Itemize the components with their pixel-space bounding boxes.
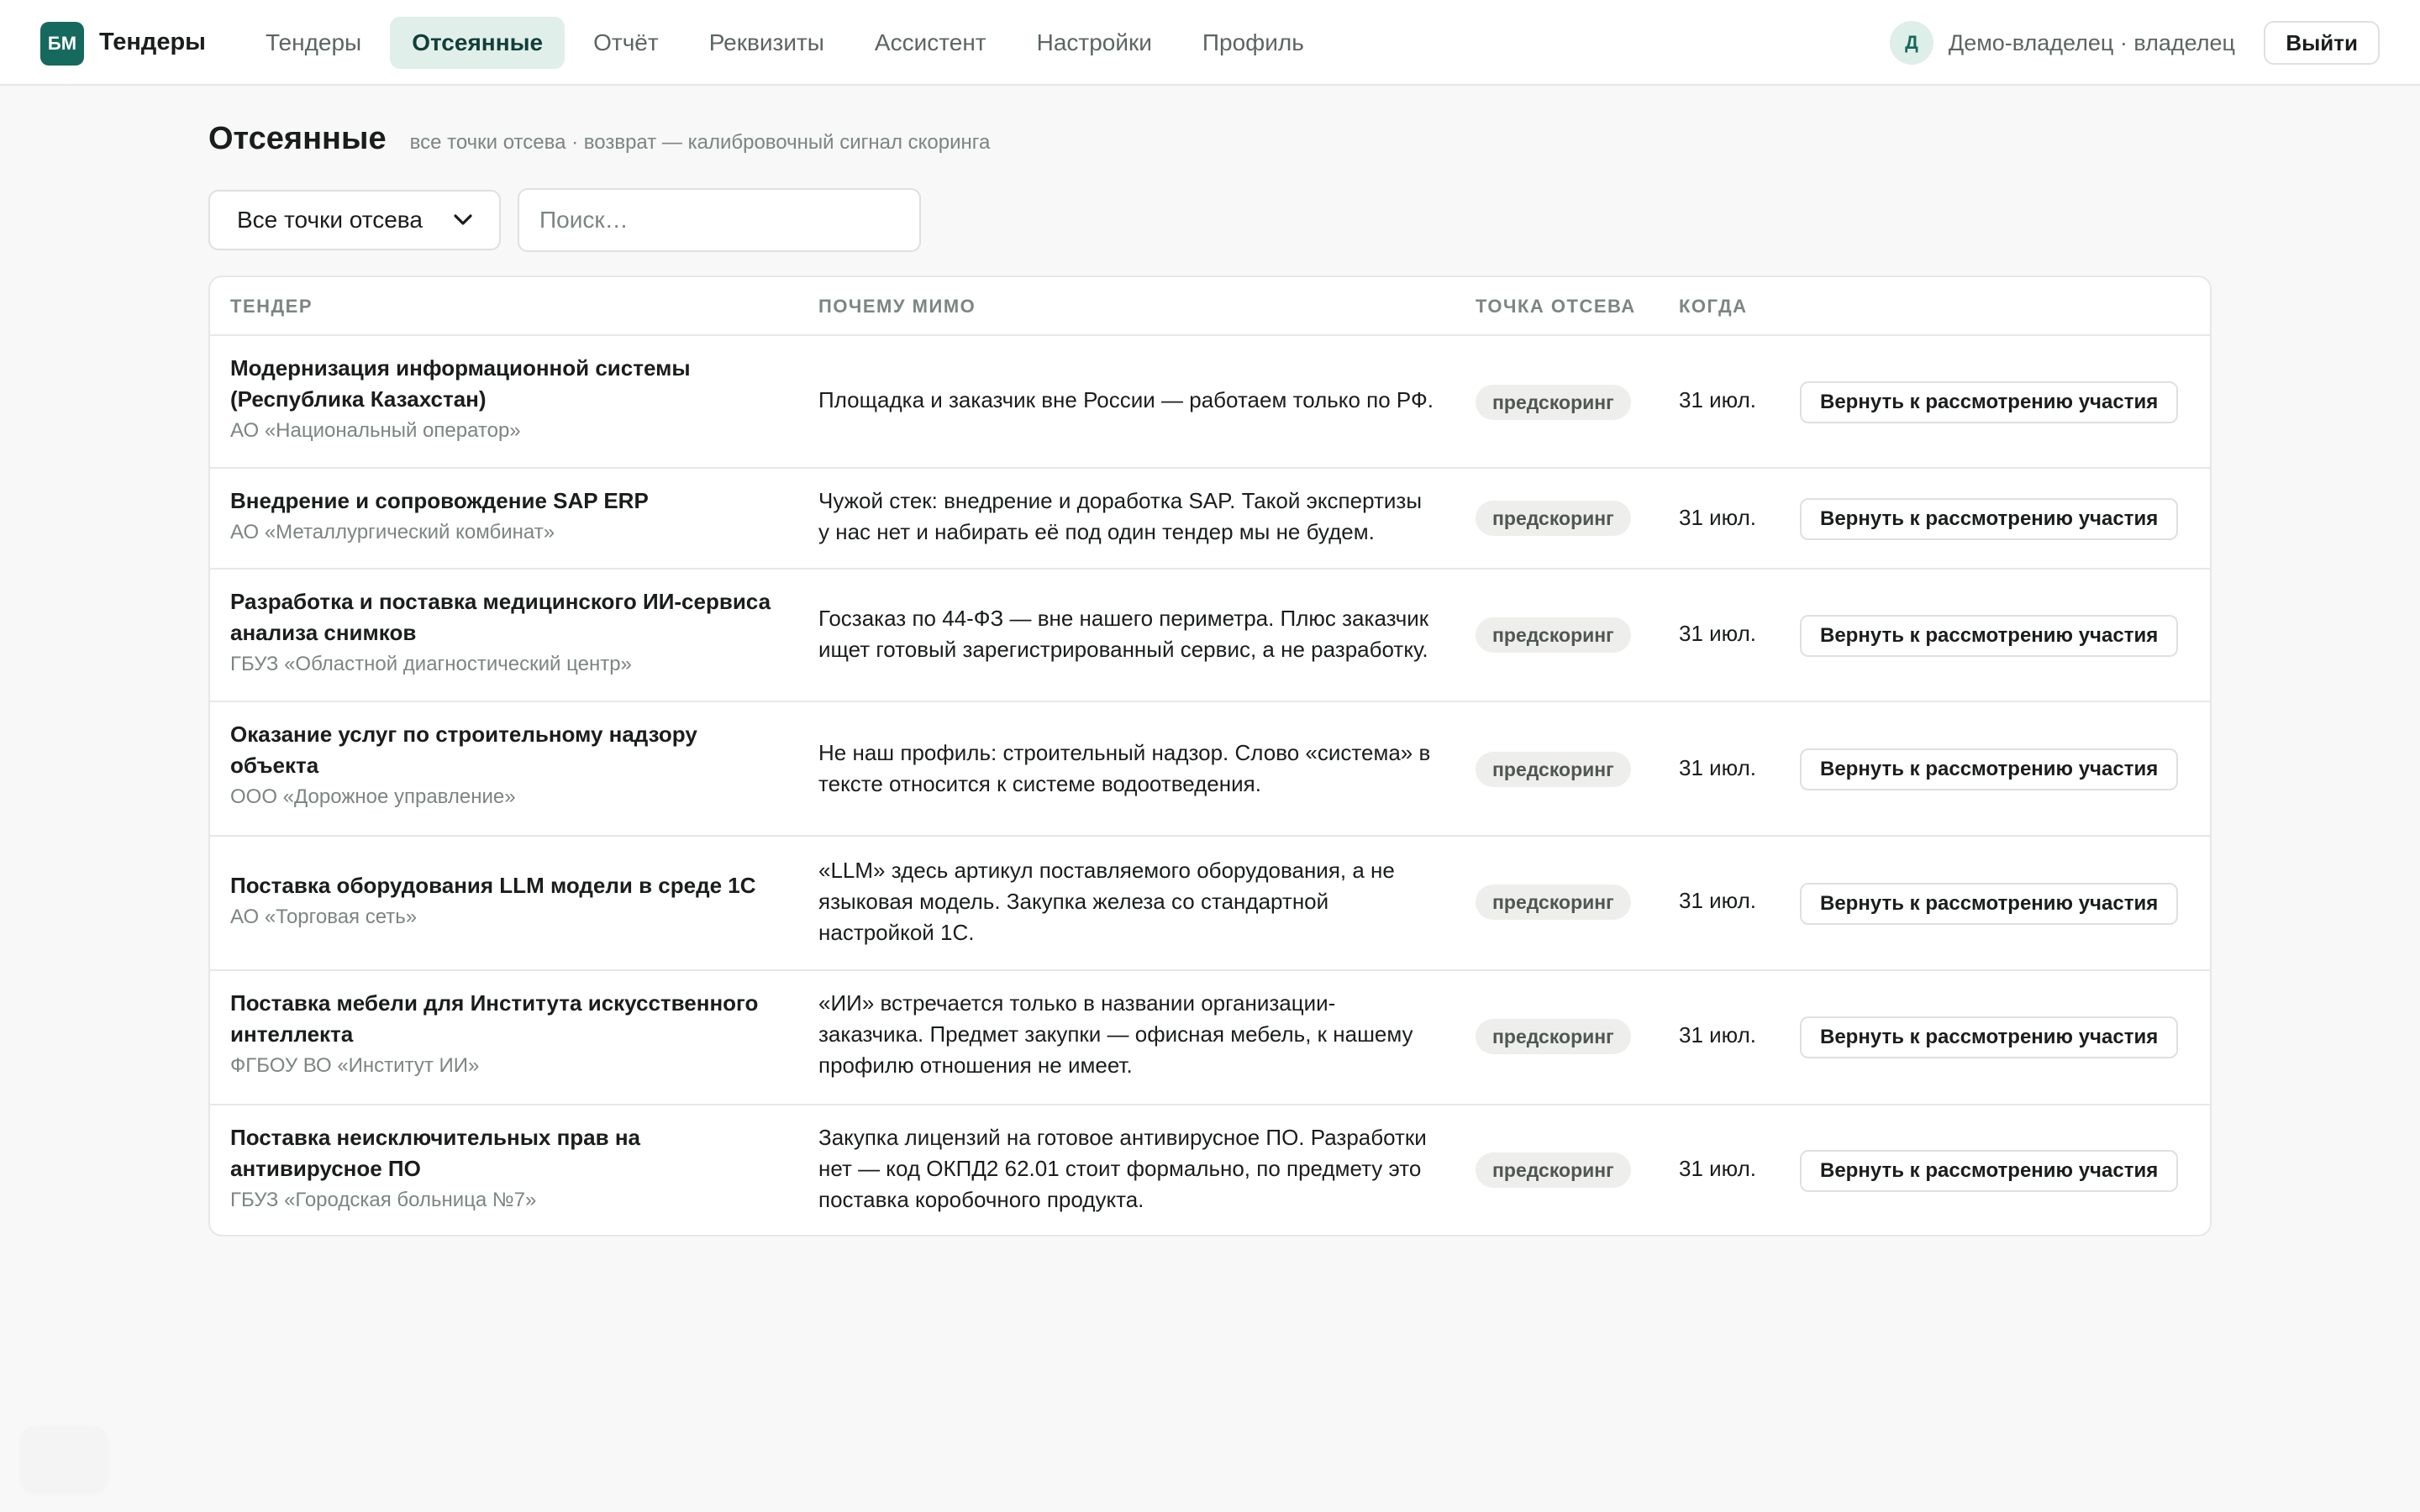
table-row: Поставка мебели для Института искусствен… — [210, 971, 2210, 1105]
tender-org: АО «Торговая сеть» — [230, 906, 418, 928]
corner-widget[interactable] — [22, 1426, 106, 1490]
tender-cell: Оказание услуг по строительному надзору о… — [230, 719, 785, 812]
date-cell: 31 июл. — [1679, 1022, 1756, 1047]
col-header-reason: ПОЧЕМУ МИМО — [818, 296, 976, 317]
return-button[interactable]: Вернуть к рассмотрению участия — [1800, 748, 2179, 790]
tender-title[interactable]: Оказание услуг по строительному надзору о… — [230, 719, 785, 781]
tender-cell: Поставка оборудования LLM модели в среде… — [230, 870, 785, 932]
table-header: ТЕНДЕР ПОЧЕМУ МИМО ТОЧКА ОТСЕВА КОГДА — [210, 277, 2210, 336]
date-cell: 31 июл. — [1679, 387, 1756, 412]
tender-org: ГБУЗ «Городская больница №7» — [230, 1189, 537, 1211]
stage-badge: предскоринг — [1476, 1152, 1631, 1188]
top-bar: БМ Тендеры Тендеры Отсеянные Отчёт Рекви… — [0, 0, 2420, 86]
col-header-when: КОГДА — [1679, 296, 1748, 317]
table-row: Поставка оборудования LLM модели в среде… — [210, 837, 2210, 971]
table-row: Модернизация информационной системы (Респ… — [210, 336, 2210, 469]
return-button[interactable]: Вернуть к рассмотрению участия — [1800, 1150, 2179, 1192]
table-row: Разработка и поставка медицинского ИИ-се… — [210, 570, 2210, 702]
app-logo[interactable]: БМ — [40, 22, 84, 66]
nav-item-profile[interactable]: Профиль — [1181, 17, 1326, 69]
chevron-down-icon — [454, 214, 472, 225]
table-row: Оказание услуг по строительному надзору о… — [210, 702, 2210, 837]
nav-item-tenders[interactable]: Тендеры — [244, 17, 383, 69]
tender-cell: Поставка мебели для Института искусствен… — [230, 988, 785, 1081]
user-info: Д Демо-владелец · владелец — [1889, 20, 2235, 66]
nav-item-rejected[interactable]: Отсеянные — [390, 17, 566, 69]
return-button[interactable]: Вернуть к рассмотрению участия — [1800, 1016, 2179, 1058]
rejected-table: ТЕНДЕР ПОЧЕМУ МИМО ТОЧКА ОТСЕВА КОГДА Мо… — [208, 276, 2212, 1236]
tender-title[interactable]: Поставка мебели для Института искусствен… — [230, 988, 785, 1050]
tender-org: АО «Металлургический комбинат» — [230, 521, 555, 543]
col-header-stage: ТОЧКА ОТСЕВА — [1476, 296, 1636, 317]
tender-cell: Поставка неисключительных прав на антивир… — [230, 1122, 785, 1215]
logout-button[interactable]: Выйти — [2264, 21, 2380, 65]
tender-org: ФГБОУ ВО «Институт ИИ» — [230, 1054, 480, 1077]
col-header-tender: ТЕНДЕР — [230, 296, 313, 317]
main-nav: Тендеры Отсеянные Отчёт Реквизиты Ассист… — [244, 17, 1326, 69]
app-title[interactable]: Тендеры — [99, 25, 206, 59]
reason-cell: Закупка лицензий на готовое антивирусное… — [818, 1125, 1427, 1212]
reason-cell: Чужой стек: внедрение и доработка SAP. Т… — [818, 488, 1423, 544]
return-button[interactable]: Вернуть к рассмотрению участия — [1800, 498, 2179, 540]
return-button[interactable]: Вернуть к рассмотрению участия — [1800, 381, 2179, 423]
tender-org: АО «Национальный оператор» — [230, 419, 521, 442]
stage-filter-value: Все точки отсева — [237, 207, 423, 233]
nav-item-settings[interactable]: Настройки — [1015, 17, 1174, 69]
page-title: Отсеянные — [208, 121, 387, 156]
reason-cell: Не наш профиль: строительный надзор. Сло… — [818, 740, 1431, 796]
tender-title[interactable]: Внедрение и сопровождение SAP ERP — [230, 486, 785, 517]
page-header: Отсеянные все точки отсева · возврат — к… — [208, 121, 990, 157]
tender-cell: Внедрение и сопровождение SAP ERP АО «Ме… — [230, 486, 785, 548]
page-subtitle: все точки отсева · возврат — калибровочн… — [409, 131, 991, 154]
table-row: Внедрение и сопровождение SAP ERP АО «Ме… — [210, 469, 2210, 570]
date-cell: 31 июл. — [1679, 755, 1756, 780]
stage-badge: предскоринг — [1476, 501, 1631, 536]
nav-item-assistant[interactable]: Ассистент — [853, 17, 1008, 69]
stage-badge: предскоринг — [1476, 752, 1631, 787]
stage-badge: предскоринг — [1476, 1019, 1631, 1054]
date-cell: 31 июл. — [1679, 505, 1756, 530]
user-name: Демо-владелец · владелец — [1948, 29, 2235, 55]
tender-org: ООО «Дорожное управление» — [230, 785, 516, 808]
table-row: Поставка неисключительных прав на антивир… — [210, 1105, 2210, 1235]
tender-cell: Модернизация информационной системы (Респ… — [230, 353, 785, 446]
search-input[interactable] — [518, 188, 921, 252]
date-cell: 31 июл. — [1679, 1156, 1756, 1181]
tender-cell: Разработка и поставка медицинского ИИ-се… — [230, 586, 785, 680]
return-button[interactable]: Вернуть к рассмотрению участия — [1800, 883, 2179, 925]
tender-title[interactable]: Модернизация информационной системы (Респ… — [230, 353, 785, 415]
date-cell: 31 июл. — [1679, 888, 1756, 913]
tender-title[interactable]: Поставка оборудования LLM модели в среде… — [230, 870, 785, 901]
tender-title[interactable]: Разработка и поставка медицинского ИИ-се… — [230, 586, 785, 648]
stage-badge: предскоринг — [1476, 385, 1631, 420]
tender-org: ГБУЗ «Областной диагностический центр» — [230, 653, 632, 675]
tender-title[interactable]: Поставка неисключительных прав на антивир… — [230, 1122, 785, 1184]
stage-badge: предскоринг — [1476, 885, 1631, 920]
reason-cell: Площадка и заказчик вне России — работае… — [818, 387, 1434, 412]
reason-cell: «LLM» здесь артикул поставляемого оборуд… — [818, 858, 1395, 945]
reason-cell: «ИИ» встречается только в названии орган… — [818, 990, 1413, 1078]
return-button[interactable]: Вернуть к рассмотрению участия — [1800, 615, 2179, 657]
date-cell: 31 июл. — [1679, 621, 1756, 646]
avatar[interactable]: Д — [1889, 21, 1933, 65]
nav-item-report[interactable]: Отчёт — [571, 17, 681, 69]
reason-cell: Госзаказ по 44-ФЗ — вне нашего периметра… — [818, 606, 1429, 662]
stage-filter-select[interactable]: Все точки отсева — [208, 190, 501, 250]
stage-badge: предскоринг — [1476, 617, 1631, 653]
nav-item-requisites[interactable]: Реквизиты — [687, 17, 846, 69]
